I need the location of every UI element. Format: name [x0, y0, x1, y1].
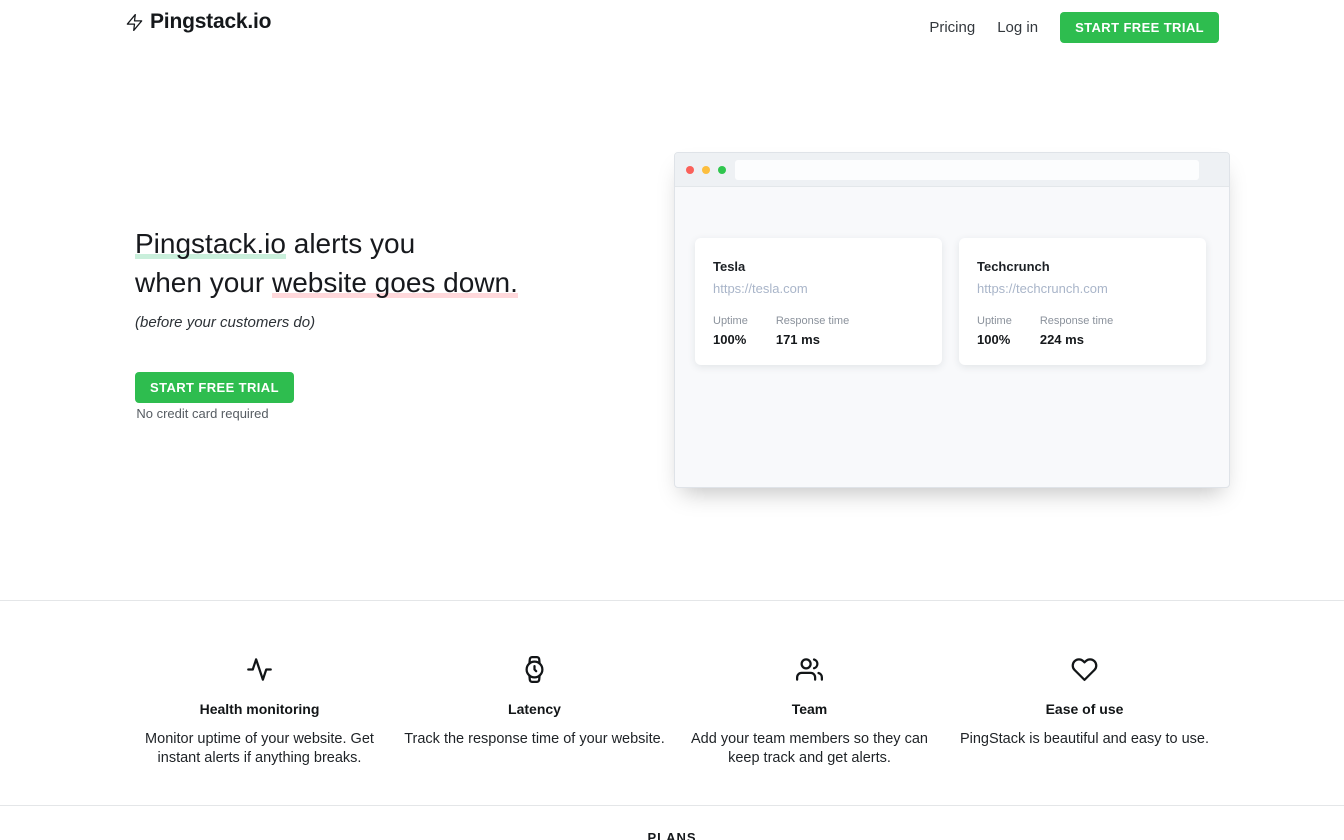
- close-dot-icon: [686, 166, 694, 174]
- browser-chrome-bar: [675, 153, 1229, 187]
- heart-icon: [953, 656, 1216, 688]
- logo-text: Pingstack.io: [150, 10, 271, 34]
- response-time-stat: Response time 171 ms: [776, 315, 849, 347]
- uptime-value: 100%: [713, 332, 748, 347]
- hero-subtext: (before your customers do): [135, 314, 315, 331]
- hero-headline: Pingstack.io alerts you when your websit…: [135, 224, 518, 302]
- zap-icon: [125, 13, 144, 32]
- uptime-value: 100%: [977, 332, 1012, 347]
- feature-title: Ease of use: [953, 701, 1216, 717]
- nav-login-link[interactable]: Log in: [997, 19, 1038, 36]
- section-divider: [0, 600, 1344, 601]
- feature-description: PingStack is beautiful and easy to use.: [953, 730, 1216, 749]
- minimize-dot-icon: [702, 166, 710, 174]
- uptime-label: Uptime: [977, 315, 1012, 327]
- feature-description: Monitor uptime of your website. Get inst…: [128, 730, 391, 768]
- feature-ease-of-use: Ease of use PingStack is beautiful and e…: [947, 656, 1222, 768]
- feature-latency: Latency Track the response time of your …: [397, 656, 672, 768]
- traffic-light-dots: [686, 166, 726, 174]
- section-divider: [0, 805, 1344, 806]
- users-icon: [678, 656, 941, 688]
- top-nav: Pricing Log in START FREE TRIAL: [929, 12, 1219, 43]
- response-time-value: 171 ms: [776, 332, 849, 347]
- site-url: https://tesla.com: [713, 281, 924, 296]
- site-name: Techcrunch: [977, 259, 1188, 274]
- logo[interactable]: Pingstack.io: [125, 10, 271, 34]
- plans-section-label: PLANS: [0, 830, 1344, 840]
- activity-icon: [128, 656, 391, 688]
- feature-description: Add your team members so they can keep t…: [678, 730, 941, 768]
- response-time-label: Response time: [1040, 315, 1113, 327]
- response-time-value: 224 ms: [1040, 332, 1113, 347]
- response-time-label: Response time: [776, 315, 849, 327]
- hero-start-free-trial-button[interactable]: START FREE TRIAL: [135, 372, 294, 403]
- feature-health-monitoring: Health monitoring Monitor uptime of your…: [122, 656, 397, 768]
- site-name: Tesla: [713, 259, 924, 274]
- hero-headline-line1: Pingstack.io alerts you: [135, 224, 518, 263]
- uptime-label: Uptime: [713, 315, 748, 327]
- no-credit-card-note: No credit card required: [135, 406, 270, 421]
- watch-icon: [403, 656, 666, 688]
- monitor-card-tesla: Tesla https://tesla.com Uptime 100% Resp…: [695, 238, 942, 365]
- hero-line2-prefix: when your: [135, 267, 272, 298]
- landing-page: Pingstack.io Pricing Log in START FREE T…: [0, 0, 1344, 840]
- feature-title: Latency: [403, 701, 666, 717]
- browser-mockup: Tesla https://tesla.com Uptime 100% Resp…: [674, 152, 1230, 488]
- features-section: Health monitoring Monitor uptime of your…: [122, 656, 1222, 768]
- site-stats: Uptime 100% Response time 224 ms: [977, 315, 1188, 347]
- site-stats: Uptime 100% Response time 171 ms: [713, 315, 924, 347]
- browser-url-bar: [735, 160, 1199, 180]
- feature-team: Team Add your team members so they can k…: [672, 656, 947, 768]
- uptime-stat: Uptime 100%: [713, 315, 748, 347]
- hero-highlight-brand: Pingstack.io: [135, 228, 286, 259]
- feature-title: Health monitoring: [128, 701, 391, 717]
- uptime-stat: Uptime 100%: [977, 315, 1012, 347]
- hero-headline-rest: alerts you: [286, 228, 415, 259]
- feature-description: Track the response time of your website.: [403, 730, 666, 749]
- nav-pricing-link[interactable]: Pricing: [929, 19, 975, 36]
- site-url: https://techcrunch.com: [977, 281, 1188, 296]
- hero-highlight-down: website goes down.: [272, 267, 518, 298]
- header-start-free-trial-button[interactable]: START FREE TRIAL: [1060, 12, 1219, 43]
- maximize-dot-icon: [718, 166, 726, 174]
- header: Pingstack.io Pricing Log in START FREE T…: [0, 0, 1344, 56]
- response-time-stat: Response time 224 ms: [1040, 315, 1113, 347]
- hero-headline-line2: when your website goes down.: [135, 263, 518, 302]
- monitor-card-techcrunch: Techcrunch https://techcrunch.com Uptime…: [959, 238, 1206, 365]
- feature-title: Team: [678, 701, 941, 717]
